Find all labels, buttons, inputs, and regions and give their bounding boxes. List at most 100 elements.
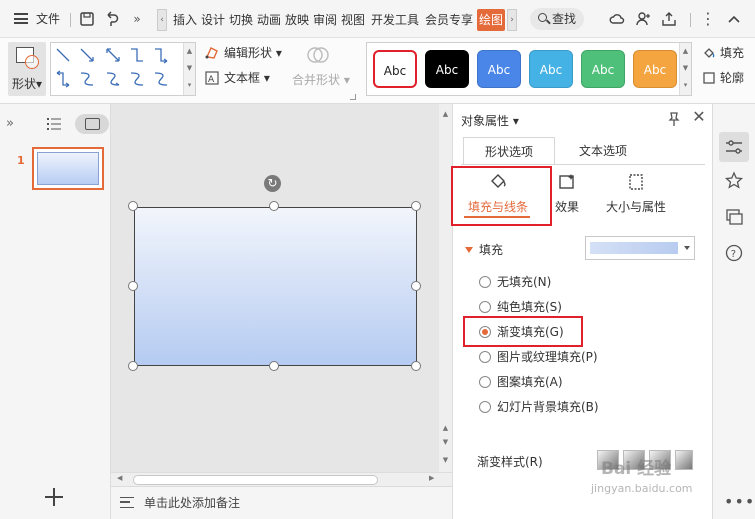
dialog-launcher-icon[interactable] bbox=[350, 94, 356, 100]
search-button[interactable]: 查找 bbox=[530, 8, 584, 30]
add-user-icon[interactable] bbox=[634, 10, 652, 28]
scroll-up-icon[interactable]: ▲ bbox=[439, 108, 452, 120]
edit-shape-button[interactable]: 编辑形状 ▾ bbox=[224, 44, 282, 62]
outline-view-icon[interactable] bbox=[46, 117, 62, 131]
tab-text-options[interactable]: 文本选项 bbox=[557, 137, 649, 165]
share-icon[interactable] bbox=[660, 10, 678, 28]
radio-button[interactable] bbox=[479, 351, 491, 363]
scroll-left-icon[interactable]: ◀ bbox=[117, 474, 122, 482]
textbox-button[interactable]: 文本框 ▾ bbox=[224, 69, 270, 87]
tab-shape-options[interactable]: 形状选项 bbox=[463, 137, 555, 165]
gradient-style-label: 渐变样式(R) bbox=[477, 455, 543, 469]
canvas-horizontal-scrollbar[interactable]: ◀ ▶ bbox=[111, 472, 452, 486]
fill-bucket-icon bbox=[704, 48, 715, 58]
slide-transition-button[interactable] bbox=[719, 202, 749, 232]
tab-design[interactable]: 设计 bbox=[199, 9, 227, 31]
fill-color-dropdown[interactable] bbox=[585, 236, 695, 260]
collapse-ribbon-icon[interactable] bbox=[725, 10, 743, 28]
tab-insert[interactable]: 插入 bbox=[171, 9, 199, 31]
tab-drawing[interactable]: 绘图 bbox=[477, 9, 505, 31]
tabs-scroll-right[interactable]: › bbox=[507, 9, 517, 31]
rotate-handle-icon[interactable]: ↻ bbox=[264, 175, 281, 192]
add-slide-icon[interactable] bbox=[44, 487, 64, 507]
slide-thumbnail[interactable] bbox=[32, 147, 104, 190]
subtab-size-and-properties[interactable]: 大小与属性 bbox=[603, 172, 669, 216]
canvas-vertical-scrollbar[interactable]: ▲ ▲ ▼ ▼ bbox=[439, 104, 452, 472]
tabs-scroll-left[interactable]: ‹ bbox=[157, 9, 167, 31]
thumbnail-view-toggle[interactable] bbox=[75, 114, 109, 134]
shape-style-gallery: Abc Abc Abc Abc Abc Abc ▲ ▼ ▾ bbox=[366, 42, 692, 96]
gradient-preset-swatch[interactable] bbox=[675, 450, 693, 470]
style-sample[interactable]: Abc bbox=[581, 50, 625, 88]
radio-button[interactable] bbox=[479, 401, 491, 413]
fill-button[interactable]: 填充 bbox=[720, 44, 744, 62]
collapse-triangle-icon bbox=[465, 247, 473, 253]
help-button[interactable]: ? bbox=[719, 238, 749, 268]
scroll-next-icon[interactable]: ▼ bbox=[439, 436, 452, 448]
scroll-down-icon[interactable]: ▼ bbox=[439, 454, 452, 466]
style-sample[interactable]: Abc bbox=[425, 50, 469, 88]
style-sample[interactable]: Abc bbox=[529, 50, 573, 88]
subtab-size-label: 大小与属性 bbox=[605, 200, 666, 214]
more-icon[interactable]: ••• bbox=[724, 492, 755, 511]
pin-icon[interactable] bbox=[667, 111, 681, 127]
fill-section-header[interactable]: 填充 bbox=[465, 241, 503, 258]
style-sample[interactable]: Abc bbox=[633, 50, 677, 88]
radio-button[interactable] bbox=[479, 376, 491, 388]
cloud-sync-icon[interactable] bbox=[608, 10, 626, 28]
outline-button[interactable]: 轮廓 bbox=[720, 69, 744, 87]
tab-transition[interactable]: 切换 bbox=[227, 9, 255, 31]
panel-title-label: 对象属性 bbox=[461, 114, 510, 128]
merge-shape-button[interactable]: 合并形状 ▾ bbox=[292, 71, 350, 89]
resize-handle[interactable] bbox=[269, 361, 279, 371]
expand-pane-icon[interactable]: » bbox=[6, 116, 14, 131]
resize-handle[interactable] bbox=[411, 201, 421, 211]
radio-button[interactable] bbox=[479, 301, 491, 313]
highlight-box-gradient bbox=[463, 316, 583, 347]
notes-bar[interactable]: 单击此处添加备注 bbox=[111, 486, 452, 519]
right-side-toolbar: ? ••• bbox=[712, 104, 755, 519]
menu-icon[interactable] bbox=[14, 13, 28, 24]
undo-icon[interactable] bbox=[103, 10, 121, 28]
tab-developer[interactable]: 开发工具 bbox=[369, 9, 421, 31]
resize-handle[interactable] bbox=[269, 201, 279, 211]
scroll-right-icon[interactable]: ▶ bbox=[429, 474, 434, 482]
more-options-icon[interactable]: ⋮ bbox=[699, 10, 717, 28]
separator bbox=[690, 13, 691, 27]
watermark-text: Bai 经验 bbox=[601, 459, 672, 479]
tab-slideshow[interactable]: 放映 bbox=[283, 9, 311, 31]
style-gallery-scroll[interactable]: ▲ ▼ ▾ bbox=[679, 43, 691, 95]
tab-view[interactable]: 视图 bbox=[339, 9, 367, 31]
tab-animation[interactable]: 动画 bbox=[255, 9, 283, 31]
scroll-prev-icon[interactable]: ▲ bbox=[439, 422, 452, 434]
shape-circle-icon bbox=[25, 55, 39, 69]
selected-rectangle-shape[interactable] bbox=[134, 207, 417, 366]
resize-handle[interactable] bbox=[411, 361, 421, 371]
style-sample[interactable]: Abc bbox=[373, 50, 417, 88]
gallery-scroll[interactable]: ▲ ▼ ▾ bbox=[183, 43, 195, 95]
more-quick-actions-icon[interactable]: » bbox=[128, 10, 146, 28]
line-shapes-gallery[interactable]: ▲ ▼ ▾ bbox=[50, 42, 196, 96]
close-icon[interactable]: ✕ bbox=[691, 109, 707, 125]
slide-canvas[interactable]: ↻ bbox=[111, 104, 439, 472]
shape-button[interactable]: 形状▾ bbox=[8, 42, 46, 96]
resize-handle[interactable] bbox=[411, 281, 421, 291]
radio-button[interactable] bbox=[479, 276, 491, 288]
tab-review[interactable]: 审阅 bbox=[311, 9, 339, 31]
tab-member[interactable]: 会员专享 bbox=[423, 9, 475, 31]
resize-handle[interactable] bbox=[128, 201, 138, 211]
panel-title[interactable]: 对象属性 ▾ bbox=[461, 112, 519, 129]
subtab-effects[interactable]: 效果 bbox=[547, 172, 587, 216]
edit-shape-icon bbox=[205, 47, 218, 59]
animation-pane-button[interactable] bbox=[719, 166, 749, 196]
resize-handle[interactable] bbox=[128, 361, 138, 371]
save-icon[interactable] bbox=[78, 10, 96, 28]
textbox-icon: A bbox=[205, 71, 219, 85]
file-menu[interactable]: 文件 bbox=[36, 10, 60, 28]
edit-shape-label: 编辑形状 bbox=[224, 46, 273, 60]
horizontal-scroll-thumb[interactable] bbox=[133, 475, 378, 485]
resize-handle[interactable] bbox=[128, 281, 138, 291]
style-sample[interactable]: Abc bbox=[477, 50, 521, 88]
object-properties-toggle[interactable] bbox=[719, 132, 749, 162]
wps-presentation-window: 文件 » ‹ 插入 设计 切换 动画 放映 审阅 视图 开发工具 会员专享 绘图… bbox=[0, 0, 755, 519]
